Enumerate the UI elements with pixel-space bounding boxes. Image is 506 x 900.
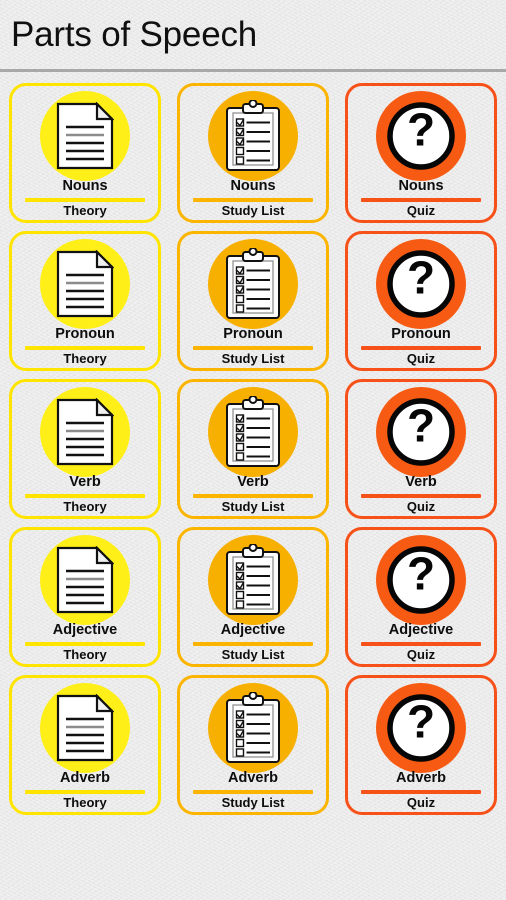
card-icon-circle: [208, 239, 298, 329]
card-title: Pronoun: [223, 326, 283, 342]
card-subtitle: Theory: [63, 646, 107, 662]
card-divider: [361, 641, 481, 646]
card-title: Pronoun: [55, 326, 115, 342]
card-divider: [361, 197, 481, 202]
card-title: Adjective: [220, 622, 286, 638]
card-subtitle: Quiz: [406, 794, 436, 810]
card-title: Adverb: [396, 770, 446, 786]
card-title: Verb: [405, 474, 437, 490]
card-subtitle: Theory: [63, 498, 107, 514]
card-title: Nouns: [62, 178, 108, 194]
card-divider: [193, 641, 313, 646]
document-icon: [56, 694, 114, 762]
svg-text:?: ?: [407, 252, 435, 304]
card-title: Adverb: [228, 770, 278, 786]
app-header: Parts of Speech: [0, 0, 506, 72]
question-mark-icon: ?: [387, 398, 455, 466]
card-divider: [193, 197, 313, 202]
card-pronoun-study[interactable]: Pronoun Study List: [177, 231, 329, 371]
card-icon-circle: [40, 239, 130, 329]
card-icon-circle: ?: [376, 91, 466, 181]
document-icon: [56, 398, 114, 466]
card-subtitle: Theory: [63, 202, 107, 218]
card-icon-circle: [40, 535, 130, 625]
svg-text:?: ?: [407, 104, 435, 156]
card-subtitle: Quiz: [406, 646, 436, 662]
card-subtitle: Study List: [221, 794, 285, 810]
card-nouns-study[interactable]: Nouns Study List: [177, 83, 329, 223]
card-icon-circle: [40, 683, 130, 773]
card-icon-circle: ?: [376, 535, 466, 625]
card-subtitle: Study List: [221, 646, 285, 662]
document-icon: [56, 102, 114, 170]
app-root: Parts of Speech Nouns Theory Nouns Study…: [0, 0, 506, 900]
clipboard-checklist-icon: [223, 248, 283, 320]
card-verb-study[interactable]: Verb Study List: [177, 379, 329, 519]
card-adjective-quiz[interactable]: ? Adjective Quiz: [345, 527, 497, 667]
card-divider: [25, 493, 145, 498]
card-subtitle: Study List: [221, 202, 285, 218]
card-icon-circle: ?: [376, 239, 466, 329]
card-adjective-study[interactable]: Adjective Study List: [177, 527, 329, 667]
svg-text:?: ?: [407, 696, 435, 748]
card-icon-circle: ?: [376, 387, 466, 477]
document-icon: [56, 546, 114, 614]
card-verb-theory[interactable]: Verb Theory: [9, 379, 161, 519]
question-mark-icon: ?: [387, 102, 455, 170]
svg-text:?: ?: [407, 548, 435, 600]
card-nouns-quiz[interactable]: ? Nouns Quiz: [345, 83, 497, 223]
card-icon-circle: ?: [376, 683, 466, 773]
card-title: Verb: [237, 474, 269, 490]
card-divider: [25, 789, 145, 794]
card-subtitle: Theory: [63, 350, 107, 366]
card-subtitle: Study List: [221, 350, 285, 366]
card-subtitle: Quiz: [406, 350, 436, 366]
card-title: Adjective: [52, 622, 118, 638]
card-title: Nouns: [230, 178, 276, 194]
card-title: Adjective: [388, 622, 454, 638]
card-divider: [361, 789, 481, 794]
card-title: Nouns: [398, 178, 444, 194]
clipboard-checklist-icon: [223, 396, 283, 468]
card-icon-circle: [40, 91, 130, 181]
card-divider: [193, 789, 313, 794]
card-subtitle: Study List: [221, 498, 285, 514]
document-icon: [56, 250, 114, 318]
card-icon-circle: [208, 387, 298, 477]
card-divider: [361, 345, 481, 350]
card-divider: [193, 493, 313, 498]
card-pronoun-quiz[interactable]: ? Pronoun Quiz: [345, 231, 497, 371]
clipboard-checklist-icon: [223, 692, 283, 764]
question-mark-icon: ?: [387, 694, 455, 762]
card-adverb-study[interactable]: Adverb Study List: [177, 675, 329, 815]
card-icon-circle: [208, 91, 298, 181]
parts-of-speech-grid: Nouns Theory Nouns Study List ? Nouns Qu…: [0, 72, 506, 815]
clipboard-checklist-icon: [223, 544, 283, 616]
card-title: Verb: [69, 474, 101, 490]
card-icon-circle: [208, 683, 298, 773]
card-divider: [25, 197, 145, 202]
clipboard-checklist-icon: [223, 100, 283, 172]
card-divider: [193, 345, 313, 350]
card-icon-circle: [40, 387, 130, 477]
card-adjective-theory[interactable]: Adjective Theory: [9, 527, 161, 667]
card-adverb-theory[interactable]: Adverb Theory: [9, 675, 161, 815]
card-divider: [25, 345, 145, 350]
card-divider: [25, 641, 145, 646]
card-title: Pronoun: [391, 326, 451, 342]
card-subtitle: Quiz: [406, 202, 436, 218]
page-title: Parts of Speech: [11, 15, 258, 54]
card-icon-circle: [208, 535, 298, 625]
card-title: Adverb: [60, 770, 110, 786]
card-nouns-theory[interactable]: Nouns Theory: [9, 83, 161, 223]
card-pronoun-theory[interactable]: Pronoun Theory: [9, 231, 161, 371]
svg-text:?: ?: [407, 400, 435, 452]
card-subtitle: Quiz: [406, 498, 436, 514]
card-verb-quiz[interactable]: ? Verb Quiz: [345, 379, 497, 519]
card-divider: [361, 493, 481, 498]
question-mark-icon: ?: [387, 546, 455, 614]
question-mark-icon: ?: [387, 250, 455, 318]
card-subtitle: Theory: [63, 794, 107, 810]
card-adverb-quiz[interactable]: ? Adverb Quiz: [345, 675, 497, 815]
